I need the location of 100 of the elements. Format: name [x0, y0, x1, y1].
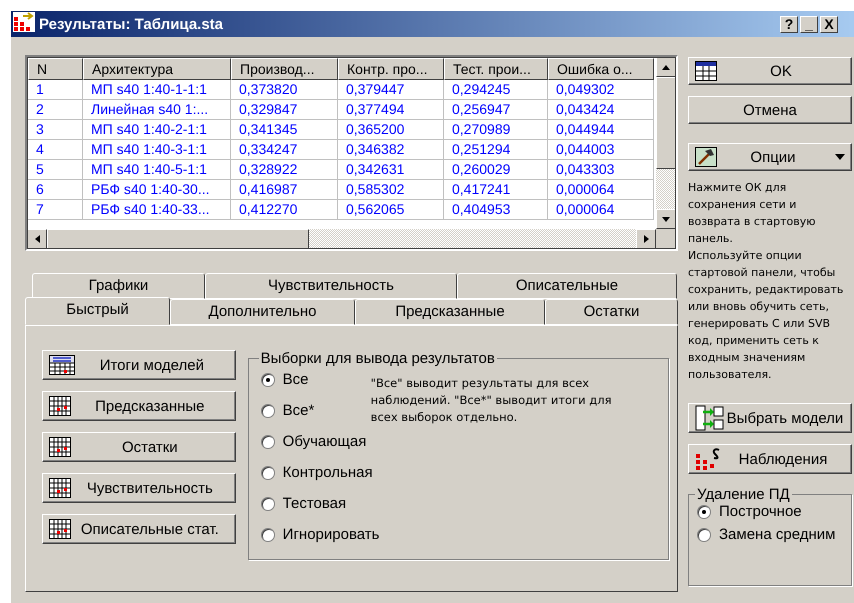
- observations-button[interactable]: Наблюдения: [688, 444, 852, 474]
- tab[interactable]: Остатки: [545, 299, 678, 325]
- column-header[interactable]: Архитектура: [83, 58, 231, 80]
- report-button[interactable]: Предсказанные: [42, 391, 236, 421]
- report-button[interactable]: Итоги моделей: [42, 350, 236, 380]
- table-cell: 0,412270: [231, 200, 338, 220]
- table-cell: МП s40 1:40-2-1:1: [83, 120, 231, 140]
- window-title: Результаты: Таблица.sta: [39, 16, 224, 32]
- help-button[interactable]: ?: [780, 16, 798, 32]
- table-cell: 0,260029: [444, 160, 548, 180]
- tab[interactable]: Предсказанные: [355, 299, 545, 325]
- scrollbar-thumb[interactable]: [47, 229, 309, 249]
- table-cell: 0,000064: [548, 200, 654, 220]
- tab[interactable]: Дополнительно: [170, 299, 355, 325]
- column-header[interactable]: Тест. прои...: [444, 58, 548, 80]
- scroll-up-button[interactable]: [656, 57, 676, 77]
- table-cell: 0,404953: [444, 200, 548, 220]
- grid-icon: [49, 478, 71, 498]
- table-cell: 0,346382: [338, 140, 444, 160]
- radio-button[interactable]: [260, 404, 275, 418]
- column-header[interactable]: Ошибка о...: [548, 58, 654, 80]
- horizontal-scrollbar[interactable]: [27, 229, 656, 249]
- table-cell: 0,251294: [444, 140, 548, 160]
- dots-icon: [695, 448, 721, 470]
- table-cell: 0,379447: [338, 80, 444, 100]
- table-cell: 0,417241: [444, 180, 548, 200]
- minimize-button[interactable]: _: [800, 16, 818, 32]
- right-arrow-icon: [644, 235, 648, 243]
- radio-label[interactable]: Замена средним: [719, 525, 836, 545]
- table-cell: 1: [28, 80, 83, 100]
- radio-label[interactable]: Контрольная: [282, 463, 373, 483]
- down-arrow-icon: [662, 216, 670, 222]
- table-cell: 0,334247: [231, 140, 338, 160]
- radio-label[interactable]: Тестовая: [282, 494, 346, 514]
- radio-button[interactable]: [260, 466, 275, 480]
- table-cell: 7: [28, 200, 83, 220]
- radio-button[interactable]: [697, 505, 711, 519]
- scroll-right-button[interactable]: [636, 229, 656, 249]
- scrollbar-thumb[interactable]: [656, 77, 676, 169]
- table-cell: 0,562065: [338, 200, 444, 220]
- hammer-icon: [695, 147, 717, 167]
- group-title: Удаление ПД: [696, 486, 791, 503]
- table-icon: [695, 61, 717, 81]
- ok-button[interactable]: OK: [688, 57, 852, 85]
- tab[interactable]: Чувствительность: [205, 273, 457, 299]
- column-header[interactable]: N: [28, 58, 83, 80]
- table-cell: 0,342631: [338, 160, 444, 180]
- radio-label[interactable]: Игнорировать: [282, 525, 380, 545]
- options-button[interactable]: Опции: [688, 143, 852, 171]
- table-cell: МП s40 1:40-5-1:1: [83, 160, 231, 180]
- report-button[interactable]: Остатки: [42, 432, 236, 462]
- table-cell: 0,044944: [548, 120, 654, 140]
- table-cell: 0,270989: [444, 120, 548, 140]
- table-cell: 0,049302: [548, 80, 654, 100]
- grid-icon: [49, 519, 71, 539]
- help-note: "Все" выводит результаты для всех наблюдений. "Все*" выводит итоги для всех выборок отдельно.: [370, 375, 612, 426]
- tab[interactable]: Описательные: [457, 273, 677, 299]
- tab[interactable]: Быстрый: [25, 297, 170, 325]
- left-arrow-icon: [34, 235, 40, 243]
- column-header[interactable]: Производ...: [231, 58, 338, 80]
- help-text: Используйте опции стартовой панели, чтобы сохранить, редактировать или вновь обучить сеть, генерировать C или SVB код, применить сеть к входным значениям пользователя.: [688, 248, 844, 383]
- scroll-down-button[interactable]: [656, 209, 676, 229]
- radio-button[interactable]: [260, 528, 275, 542]
- tab[interactable]: Графики: [32, 273, 205, 299]
- table-cell: 0,043303: [548, 160, 654, 180]
- table-cell: 2: [28, 100, 83, 120]
- report-button[interactable]: Чувствительность: [42, 473, 236, 503]
- scroll-left-button[interactable]: [27, 229, 47, 249]
- vertical-scrollbar[interactable]: [656, 57, 676, 229]
- group-title: Выборки для вывода результатов: [260, 350, 496, 367]
- radio-label[interactable]: Обучающая: [282, 432, 366, 452]
- caret-icon: [835, 154, 845, 160]
- table-cell: 0,328922: [231, 160, 338, 180]
- close-button[interactable]: X: [820, 16, 838, 32]
- radio-label[interactable]: Все*: [282, 401, 314, 421]
- radio-button[interactable]: [697, 528, 711, 542]
- report-button[interactable]: Описательные стат.: [42, 514, 236, 544]
- table-cell: 0,256947: [444, 100, 548, 120]
- column-header[interactable]: Контр. про...: [338, 58, 444, 80]
- table-cell: 0,294245: [444, 80, 548, 100]
- table-cell: 0,365200: [338, 120, 444, 140]
- table-cell: 0,373820: [231, 80, 338, 100]
- table-cell: 0,377494: [338, 100, 444, 120]
- table-cell: 0,416987: [231, 180, 338, 200]
- table-cell: МП s40 1:40-3-1:1: [83, 140, 231, 160]
- table-cell: 0,341345: [231, 120, 338, 140]
- radio-label[interactable]: Все: [282, 370, 309, 390]
- scrollbar-corner: [656, 229, 676, 249]
- table-cell: 4: [28, 140, 83, 160]
- table-cell: 0,000064: [548, 180, 654, 200]
- cancel-button[interactable]: Отмена: [688, 96, 852, 124]
- radio-label[interactable]: Построчное: [719, 502, 802, 522]
- radio-button[interactable]: [260, 373, 275, 387]
- table-cell: 0,043424: [548, 100, 654, 120]
- select-models-button[interactable]: Выбрать модели: [688, 403, 852, 433]
- radio-button[interactable]: [260, 497, 275, 511]
- table-cell: РБФ s40 1:40-33...: [83, 200, 231, 220]
- table-cell: 5: [28, 160, 83, 180]
- up-arrow-icon: [662, 64, 670, 70]
- radio-button[interactable]: [260, 435, 275, 449]
